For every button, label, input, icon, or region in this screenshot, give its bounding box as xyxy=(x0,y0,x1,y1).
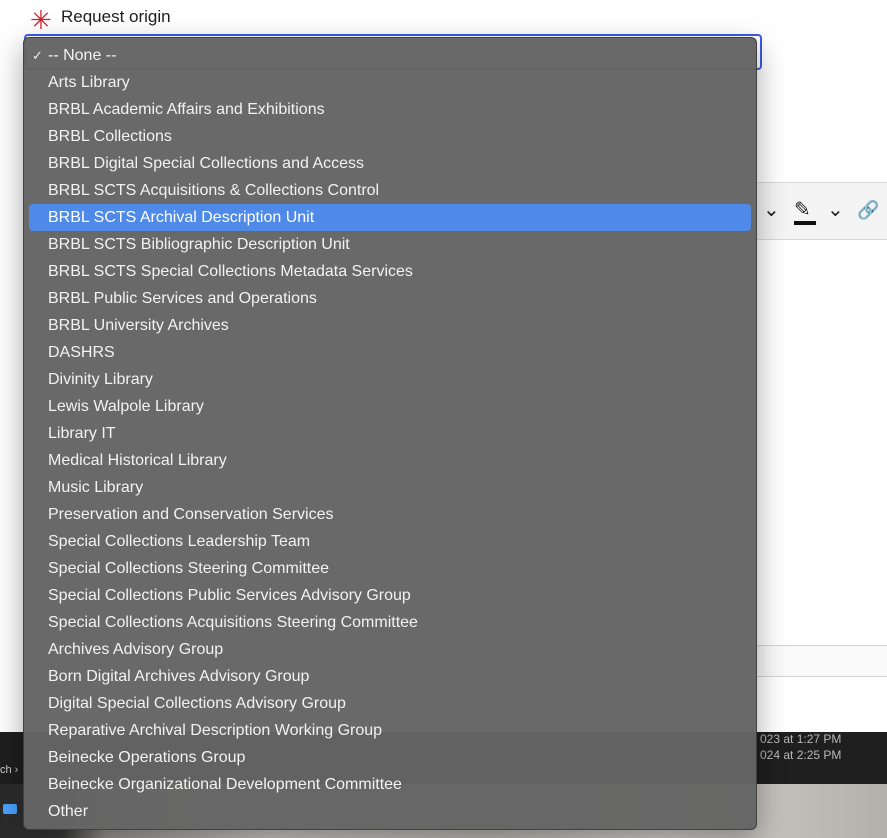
dropdown-option[interactable]: Other xyxy=(29,798,751,825)
dropdown-option-label: Special Collections Acquisitions Steerin… xyxy=(48,614,418,631)
editor-toolbar: ⌄ ✎ ⌄ 🔗 xyxy=(757,182,887,240)
dropdown-option[interactable]: BRBL Collections xyxy=(29,123,751,150)
dropdown-option-label: Special Collections Leadership Team xyxy=(48,533,311,550)
dropdown-option-label: Special Collections Public Services Advi… xyxy=(48,587,411,604)
dropdown-option-label: BRBL SCTS Special Collections Metadata S… xyxy=(48,263,413,280)
dropdown-option[interactable]: Arts Library xyxy=(29,69,751,96)
dropdown-option[interactable]: Medical Historical Library xyxy=(29,447,751,474)
chevron-down-icon[interactable]: ⌄ xyxy=(827,197,844,223)
highlight-color-swatch xyxy=(794,221,816,225)
dropdown-option-label: BRBL Academic Affairs and Exhibitions xyxy=(48,101,325,118)
dropdown-option[interactable]: Music Library xyxy=(29,474,751,501)
request-origin-dropdown-menu[interactable]: ✓ -- None -- Arts Library BRBL Academic Aff… xyxy=(23,37,757,830)
dropdown-option[interactable]: BRBL SCTS Special Collections Metadata S… xyxy=(29,258,751,285)
dropdown-option-label: Digital Special Collections Advisory Gro… xyxy=(48,695,346,712)
dropdown-option-label: Archives Advisory Group xyxy=(48,641,224,658)
dropdown-option[interactable]: Divinity Library xyxy=(29,366,751,393)
dropdown-option-label: Divinity Library xyxy=(48,371,153,388)
dropdown-option-label: DASHRS xyxy=(48,344,115,361)
dropdown-option[interactable]: BRBL University Archives xyxy=(29,312,751,339)
dropdown-option-label: -- None -- xyxy=(48,47,117,64)
dropdown-option-label: Lewis Walpole Library xyxy=(48,398,204,415)
dropdown-option-label: Born Digital Archives Advisory Group xyxy=(48,668,310,685)
finder-path: ch › xyxy=(0,764,19,776)
dropdown-option[interactable]: BRBL SCTS Archival Description Unit xyxy=(29,204,751,231)
dropdown-option-label: Arts Library xyxy=(48,74,130,91)
dropdown-option-label: Medical Historical Library xyxy=(48,452,227,469)
dropdown-option[interactable]: Lewis Walpole Library xyxy=(29,393,751,420)
dropdown-option-label: BRBL SCTS Archival Description Unit xyxy=(48,209,315,226)
dropdown-option-label: BRBL Digital Special Collections and Acc… xyxy=(48,155,365,172)
timestamp: 024 at 2:25 PM xyxy=(760,748,842,762)
link-icon[interactable]: 🔗 xyxy=(857,197,879,223)
dropdown-option-label: BRBL Collections xyxy=(48,128,172,145)
dropdown-option-label: BRBL SCTS Acquisitions & Collections Con… xyxy=(48,182,380,199)
dropdown-option-label: Beinecke Operations Group xyxy=(48,749,246,766)
dropdown-option[interactable]: BRBL SCTS Bibliographic Description Unit xyxy=(29,231,751,258)
dropdown-option-label: Other xyxy=(48,803,89,820)
editor-footer xyxy=(757,645,887,677)
request-origin-label-row: ✳ Request origin xyxy=(30,5,171,33)
timestamp: 023 at 1:27 PM xyxy=(760,732,842,746)
dropdown-option-label: Beinecke Organizational Development Comm… xyxy=(48,776,402,793)
dropdown-option-label: Reparative Archival Description Working … xyxy=(48,722,383,739)
chevron-down-icon[interactable]: ⌄ xyxy=(763,197,780,223)
required-asterisk-icon: ✳ xyxy=(30,5,52,35)
dropdown-option[interactable]: Preservation and Conservation Services xyxy=(29,501,751,528)
dropdown-option[interactable]: BRBL Public Services and Operations xyxy=(29,285,751,312)
dropdown-option-label: BRBL SCTS Bibliographic Description Unit xyxy=(48,236,350,253)
highlight-icon[interactable]: ✎ xyxy=(794,197,811,223)
request-origin-label: Request origin xyxy=(61,7,171,26)
folder-icon xyxy=(3,804,17,814)
dropdown-option-label: Special Collections Steering Committee xyxy=(48,560,330,577)
dropdown-option-label: Music Library xyxy=(48,479,144,496)
dropdown-option[interactable]: BRBL Digital Special Collections and Acc… xyxy=(29,150,751,177)
dropdown-option[interactable]: Special Collections Public Services Advi… xyxy=(29,582,751,609)
dropdown-option[interactable]: Born Digital Archives Advisory Group xyxy=(29,663,751,690)
dropdown-option[interactable]: BRBL SCTS Acquisitions & Collections Con… xyxy=(29,177,751,204)
dropdown-option-label: Preservation and Conservation Services xyxy=(48,506,334,523)
dropdown-option[interactable]: DASHRS xyxy=(29,339,751,366)
dropdown-option-label: BRBL University Archives xyxy=(48,317,229,334)
dropdown-option[interactable]: ✓ -- None -- xyxy=(29,42,751,69)
checkmark-icon: ✓ xyxy=(32,48,43,63)
dropdown-option[interactable]: Reparative Archival Description Working … xyxy=(29,717,751,744)
dropdown-option[interactable]: Archives Advisory Group xyxy=(29,636,751,663)
dropdown-option-label: Library IT xyxy=(48,425,116,442)
dropdown-option[interactable]: Beinecke Operations Group xyxy=(29,744,751,771)
dropdown-option[interactable]: Library IT xyxy=(29,420,751,447)
dropdown-option[interactable]: Beinecke Organizational Development Comm… xyxy=(29,771,751,798)
dropdown-option[interactable]: Digital Special Collections Advisory Gro… xyxy=(29,690,751,717)
dropdown-option[interactable]: Special Collections Leadership Team xyxy=(29,528,751,555)
dropdown-option[interactable]: BRBL Academic Affairs and Exhibitions xyxy=(29,96,751,123)
dropdown-option[interactable]: Special Collections Steering Committee xyxy=(29,555,751,582)
dropdown-option-label: BRBL Public Services and Operations xyxy=(48,290,317,307)
dropdown-option[interactable]: Special Collections Acquisitions Steerin… xyxy=(29,609,751,636)
